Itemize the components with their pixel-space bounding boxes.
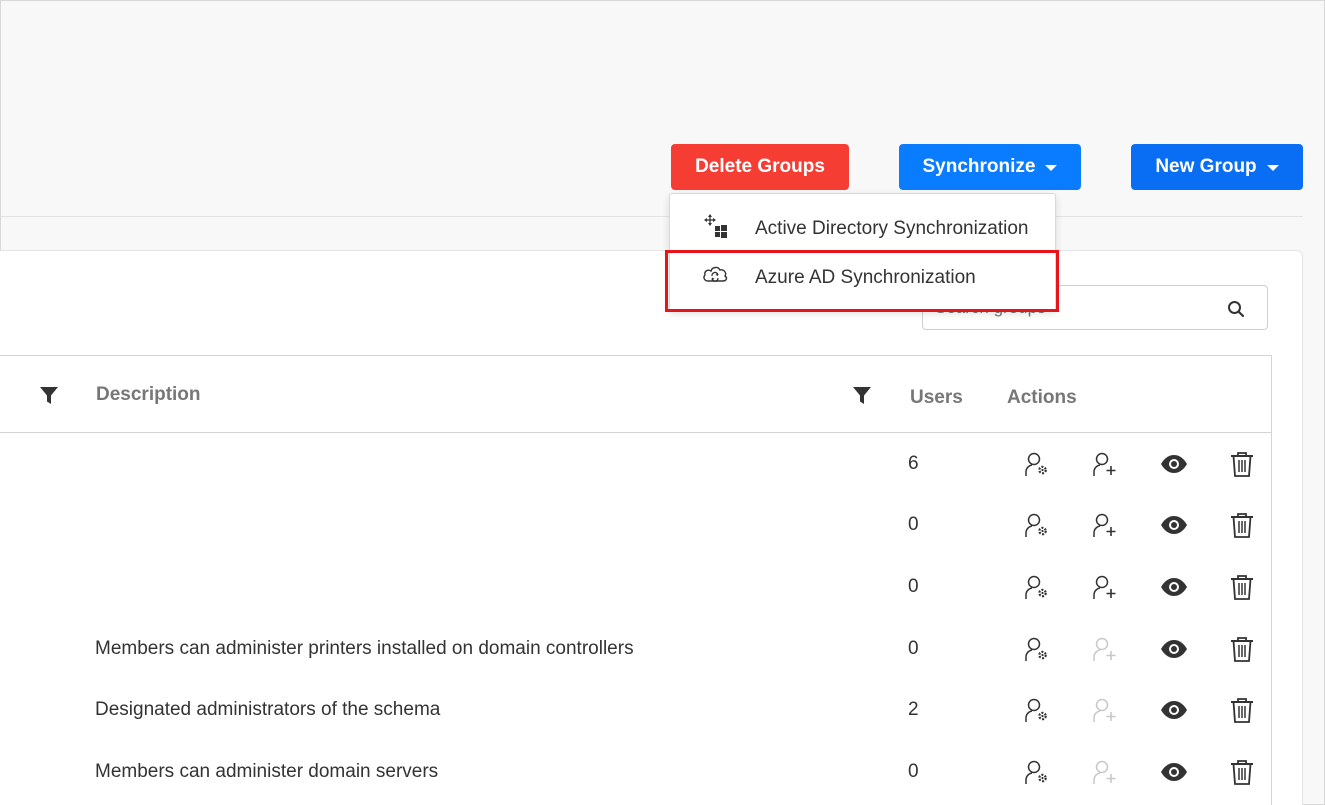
trash-icon[interactable] (1228, 635, 1256, 663)
table-row: 0 (0, 556, 1271, 618)
add-user-icon (1091, 696, 1119, 724)
delete-groups-label: Delete Groups (695, 156, 825, 177)
ad-sync-icon (702, 214, 728, 244)
header-divider (1, 216, 1303, 217)
table-row: 0 (0, 494, 1271, 556)
view-icon[interactable] (1160, 758, 1188, 786)
group-user-count: 2 (908, 699, 919, 720)
group-user-count: 0 (908, 761, 919, 782)
trash-icon[interactable] (1228, 696, 1256, 724)
table-header: Description Users Actions (0, 356, 1271, 433)
column-header-actions: Actions (1007, 387, 1077, 408)
manage-users-icon[interactable] (1023, 450, 1051, 478)
filter-icon[interactable] (39, 386, 59, 411)
manage-users-icon[interactable] (1023, 696, 1051, 724)
menu-item-azure-sync[interactable]: Azure AD Synchronization (670, 255, 1055, 301)
synchronize-menu: Active Directory Synchronization Azure A… (669, 193, 1056, 311)
menu-item-label: Azure AD Synchronization (755, 267, 976, 288)
caret-down-icon (1045, 165, 1058, 171)
view-icon[interactable] (1160, 573, 1188, 601)
menu-item-ad-sync[interactable]: Active Directory Synchronization (670, 206, 1055, 252)
cloud-sync-icon (702, 265, 728, 291)
table-row: 6 (0, 433, 1271, 495)
trash-icon[interactable] (1228, 758, 1256, 786)
view-icon[interactable] (1160, 635, 1188, 663)
add-user-icon[interactable] (1091, 573, 1119, 601)
group-description: Members can administer domain servers (95, 761, 439, 782)
filter-icon[interactable] (852, 386, 872, 411)
table-row: Members can administer domain servers 0 (0, 741, 1271, 803)
manage-users-icon[interactable] (1023, 573, 1051, 601)
trash-icon[interactable] (1228, 511, 1256, 539)
group-user-count: 0 (908, 514, 919, 535)
manage-users-icon[interactable] (1023, 511, 1051, 539)
new-group-button[interactable]: New Group (1131, 144, 1303, 190)
add-user-icon[interactable] (1091, 450, 1119, 478)
table-row: Members can administer printers installe… (0, 618, 1271, 680)
add-user-icon[interactable] (1091, 511, 1119, 539)
view-icon[interactable] (1160, 450, 1188, 478)
caret-down-icon (1266, 165, 1279, 171)
menu-item-label: Active Directory Synchronization (755, 218, 1029, 239)
new-group-label: New Group (1155, 156, 1257, 177)
add-user-icon (1091, 758, 1119, 786)
search-icon[interactable] (1227, 300, 1245, 323)
groups-table: Description Users Actions 6 0 0 Members … (0, 355, 1272, 805)
group-user-count: 6 (908, 453, 919, 474)
synchronize-label: Synchronize (922, 156, 1036, 177)
view-icon[interactable] (1160, 511, 1188, 539)
trash-icon[interactable] (1228, 573, 1256, 601)
group-user-count: 0 (908, 638, 919, 659)
delete-groups-button[interactable]: Delete Groups (671, 144, 849, 190)
column-header-description[interactable]: Description (96, 384, 201, 406)
trash-icon[interactable] (1228, 450, 1256, 478)
group-description: Designated administrators of the schema (95, 699, 441, 720)
table-row: Designated administrators of the schema … (0, 679, 1271, 741)
column-header-users[interactable]: Users (910, 387, 963, 409)
add-user-icon (1091, 635, 1119, 663)
group-description: Members can administer printers installe… (95, 638, 634, 659)
manage-users-icon[interactable] (1023, 635, 1051, 663)
manage-users-icon[interactable] (1023, 758, 1051, 786)
group-user-count: 0 (908, 576, 919, 597)
view-icon[interactable] (1160, 696, 1188, 724)
synchronize-button[interactable]: Synchronize (899, 144, 1081, 190)
